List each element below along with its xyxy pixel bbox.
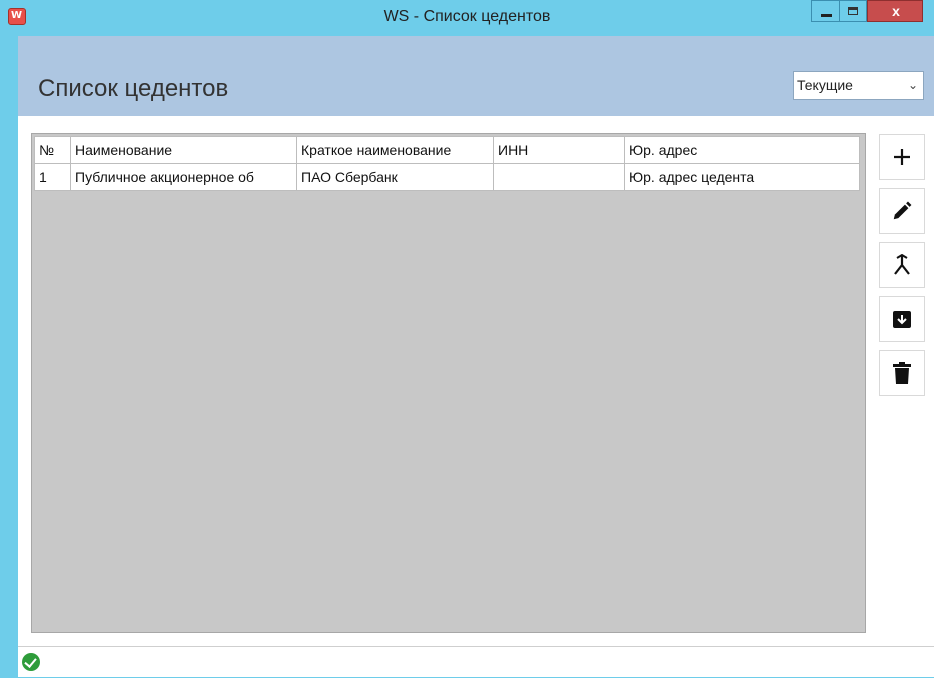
pencil-icon — [893, 201, 912, 220]
column-header-name[interactable]: Наименование — [70, 136, 297, 164]
cell-legal-address[interactable]: Юр. адрес цедента — [624, 163, 860, 191]
client-area: Список цедентов Текущие ⌄ № Наименование… — [18, 36, 934, 678]
archive-button[interactable] — [879, 296, 925, 342]
edit-button[interactable] — [879, 188, 925, 234]
merge-icon — [894, 254, 910, 275]
add-button[interactable] — [879, 134, 925, 180]
status-filter-select[interactable]: Текущие ⌄ — [793, 71, 924, 100]
trash-icon — [893, 362, 911, 384]
column-header-short-name[interactable]: Краткое наименование — [296, 136, 494, 164]
table-header-row: № Наименование Краткое наименование ИНН … — [34, 136, 860, 164]
chevron-down-icon: ⌄ — [907, 78, 918, 92]
page-header: Список цедентов Текущие ⌄ — [18, 36, 934, 116]
cedents-grid[interactable]: № Наименование Краткое наименование ИНН … — [31, 133, 866, 633]
delete-button[interactable] — [879, 350, 925, 396]
cell-short-name[interactable]: ПАО Сбербанк — [296, 163, 494, 191]
merge-button[interactable] — [879, 242, 925, 288]
column-header-number[interactable]: № — [34, 136, 71, 164]
app-window: WS - Список цедентов x Список цедентов Т… — [0, 0, 934, 678]
action-toolbar — [879, 134, 927, 404]
check-circle-icon — [22, 653, 40, 671]
close-button[interactable]: x — [867, 0, 923, 22]
column-header-legal-address[interactable]: Юр. адрес — [624, 136, 860, 164]
cell-inn[interactable] — [493, 163, 625, 191]
cedents-table: № Наименование Краткое наименование ИНН … — [34, 136, 860, 191]
minimize-button[interactable] — [811, 0, 839, 22]
cell-number[interactable]: 1 — [34, 163, 71, 191]
plus-icon — [894, 149, 910, 165]
table-row[interactable]: 1 Публичное акционерное об ПАО Сбербанк … — [34, 163, 860, 191]
status-bar — [18, 646, 934, 677]
window-title: WS - Список цедентов — [383, 8, 551, 25]
archive-icon — [893, 311, 911, 328]
title-bar[interactable]: WS - Список цедентов x — [0, 0, 934, 36]
cell-name[interactable]: Публичное акционерное об — [70, 163, 297, 191]
maximize-button[interactable] — [839, 0, 867, 22]
column-header-inn[interactable]: ИНН — [493, 136, 625, 164]
status-filter-value: Текущие — [797, 77, 853, 93]
page-title: Список цедентов — [38, 75, 229, 102]
close-icon: x — [892, 3, 900, 19]
